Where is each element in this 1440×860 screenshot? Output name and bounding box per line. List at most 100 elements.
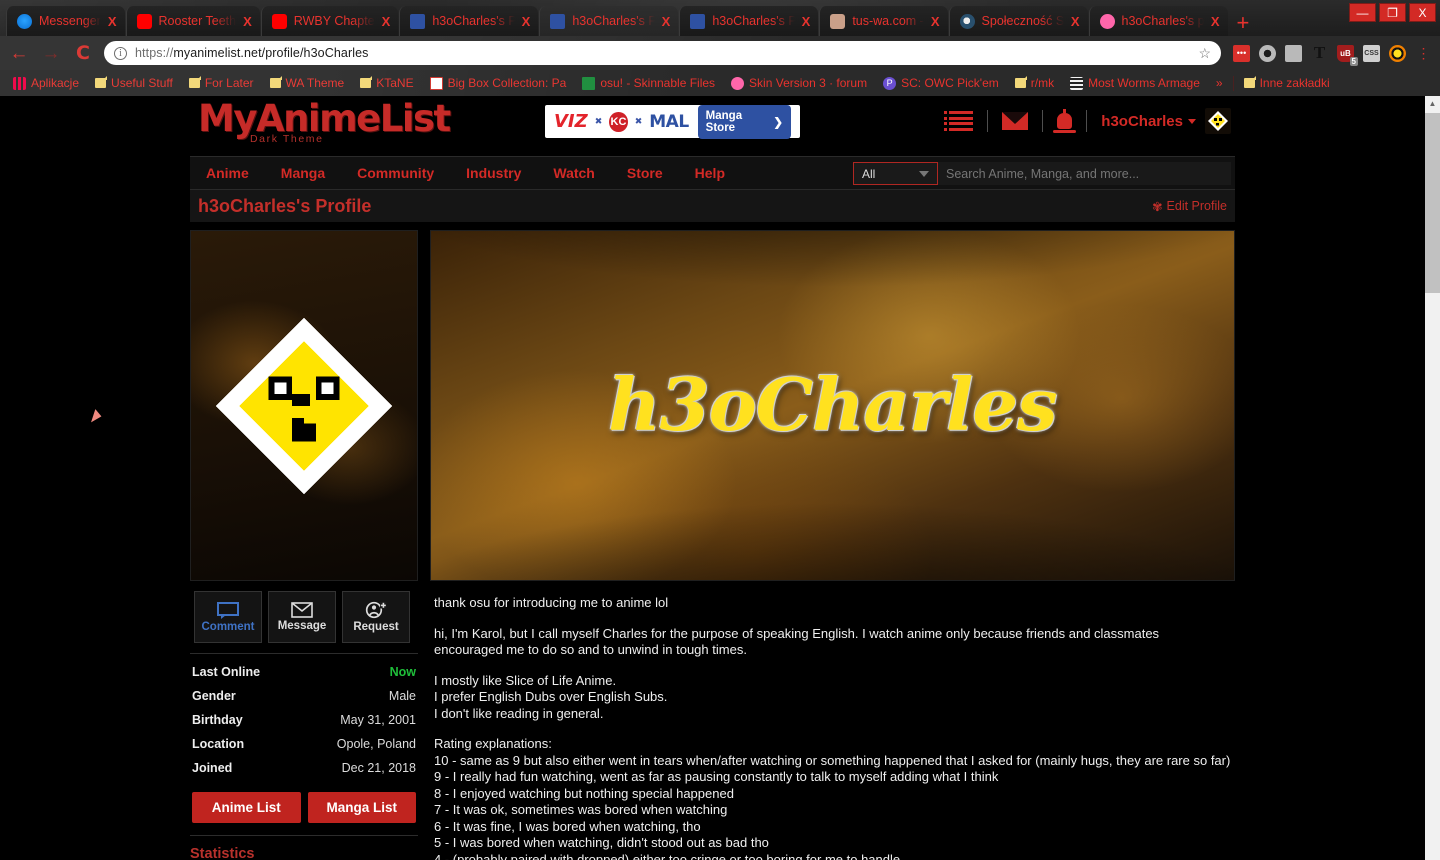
rating-line: 8 - I enjoyed watching but nothing speci… [434, 785, 734, 801]
ext-red-dots-icon[interactable]: ••• [1233, 44, 1250, 62]
reload-icon[interactable]: C [72, 43, 94, 63]
rating-line: 4 - (probably paired with dropped) eithe… [434, 851, 901, 860]
notifications-button[interactable] [1043, 108, 1086, 134]
bookmark-item[interactable]: WA Theme [264, 74, 351, 92]
anime-list-button[interactable]: Anime List [192, 792, 301, 823]
info-value: May 31, 2001 [340, 713, 416, 727]
tab-title: h3oCharles's P [572, 14, 655, 28]
ad-banner[interactable]: VIZ ✖ KC ✖ MAL Manga Store ❯ [545, 104, 800, 139]
comment-button[interactable]: Comment [194, 591, 262, 643]
url-path: myanimelist.net/profile/h3oCharles [173, 46, 369, 60]
tab-close-icon[interactable]: X [662, 14, 671, 29]
message-label: Message [277, 620, 327, 632]
bookmark-label: r/mk [1030, 76, 1055, 90]
add-friend-icon [365, 601, 387, 619]
other-bookmarks-label: Inne zakładki [1259, 76, 1330, 90]
nav-item-anime[interactable]: Anime [190, 165, 265, 181]
ext-orange-shield-icon[interactable] [1389, 44, 1406, 62]
myanimelist-page: MyAnimeList Dark Theme VIZ ✖ KC ✖ MAL Ma… [0, 96, 1425, 860]
browser-tab[interactable]: h3oCharles's p X [1088, 6, 1228, 36]
bookmark-item[interactable]: KTaNE [354, 74, 419, 92]
my-list-button[interactable] [935, 108, 987, 134]
bookmark-item[interactable]: osu! - Skinnable Files [576, 74, 721, 92]
browser-tab[interactable]: h3oCharles's P X [399, 6, 539, 36]
edit-profile-link[interactable]: ✾ Edit Profile [1152, 199, 1227, 214]
profile-main: h3oCharles thank osu for introducing me … [430, 230, 1235, 860]
messages-button[interactable] [988, 108, 1042, 134]
manga-store-button[interactable]: Manga Store ❯ [697, 104, 791, 139]
browser-tab[interactable]: Społeczność S X [948, 6, 1088, 36]
rating-line: 10 - same as 9 but also either went in t… [434, 752, 1231, 768]
ext-css-checker-icon[interactable]: CSS [1363, 44, 1380, 62]
bookmark-item[interactable]: Useful Stuff [89, 74, 179, 92]
info-value: Dec 21, 2018 [341, 761, 416, 775]
info-row-joined: Joined Dec 21, 2018 [190, 756, 418, 780]
scrollbar-thumb[interactable] [1425, 113, 1440, 293]
bookmark-item[interactable]: Skin Version 3 · forum [725, 74, 873, 92]
browser-tab[interactable]: Messenger X [6, 6, 125, 36]
tab-close-icon[interactable]: X [1071, 14, 1080, 29]
tab-close-icon[interactable]: X [802, 14, 811, 29]
nav-item-help[interactable]: Help [679, 165, 741, 181]
nav-item-community[interactable]: Community [341, 165, 450, 181]
nav-item-industry[interactable]: Industry [450, 165, 537, 181]
bookmark-item[interactable]: Most Worms Armage [1064, 74, 1206, 92]
bookmark-item[interactable]: Big Box Collection: Pa [424, 74, 573, 92]
tab-close-icon[interactable]: X [108, 14, 117, 29]
scroll-up-arrow-icon[interactable]: ▲ [1425, 96, 1440, 111]
back-icon[interactable]: ← [8, 44, 30, 63]
worms-icon [830, 13, 846, 29]
manga-list-button[interactable]: Manga List [307, 792, 416, 823]
browser-tab[interactable]: tus-wa.com - X [819, 6, 948, 36]
tab-close-icon[interactable]: X [931, 14, 940, 29]
nav-item-watch[interactable]: Watch [537, 165, 610, 181]
bookmark-star-icon[interactable]: ☆ [1198, 45, 1211, 62]
ext-dark-circle-icon[interactable] [1259, 44, 1276, 62]
search-category-select[interactable]: All [853, 162, 938, 185]
bookmark-item[interactable]: P SC: OWC Pick'em [877, 74, 1005, 92]
browser-tab-active[interactable]: h3oCharles's P X [539, 6, 679, 36]
restore-button[interactable]: ❐ [1379, 3, 1406, 22]
message-button[interactable]: Message [268, 591, 336, 643]
bookmark-label: Useful Stuff [111, 76, 173, 90]
tab-close-icon[interactable]: X [522, 14, 531, 29]
browser-menu-icon[interactable]: ⋮ [1415, 45, 1432, 62]
forward-icon[interactable]: → [40, 44, 62, 63]
tab-title: Rooster Teeth [158, 14, 237, 28]
ext-camera-icon[interactable] [1285, 44, 1302, 62]
friend-request-button[interactable]: Request [342, 591, 410, 643]
rating-line: 9 - I really had fun watching, went as f… [434, 769, 999, 784]
close-window-button[interactable]: X [1409, 3, 1436, 22]
browser-tab[interactable]: RWBY Chapte X [260, 6, 399, 36]
search-input[interactable] [938, 162, 1231, 185]
site-logo[interactable]: MyAnimeList Dark Theme [198, 100, 451, 146]
folder-icon [360, 76, 373, 88]
ext-ublock-icon[interactable]: uB 5 [1337, 44, 1358, 66]
tab-close-icon[interactable]: X [382, 14, 391, 29]
edit-profile-label: Edit Profile [1166, 199, 1227, 213]
nav-item-store[interactable]: Store [611, 165, 679, 181]
info-icon[interactable]: i [114, 46, 127, 60]
other-bookmarks-item[interactable]: Inne zakładki [1238, 74, 1336, 92]
chevron-right-icon: ❯ [773, 116, 783, 129]
browser-tab[interactable]: h3oCharles's P X [679, 6, 819, 36]
nav-item-manga[interactable]: Manga [265, 165, 341, 181]
tab-close-icon[interactable]: X [1211, 14, 1220, 29]
profile-avatar-image [215, 317, 393, 494]
bookmark-item[interactable]: For Later [183, 74, 260, 92]
bookmark-item[interactable]: r/mk [1009, 74, 1060, 92]
tab-title: Messenger [39, 14, 101, 28]
ext-text-t-icon[interactable]: T [1311, 43, 1328, 62]
tab-close-icon[interactable]: X [243, 14, 252, 29]
page-scrollbar[interactable]: ▲ [1425, 96, 1440, 860]
search-area: All [853, 160, 1231, 187]
minimize-button[interactable]: — [1349, 3, 1376, 22]
new-tab-button[interactable]: + [1237, 12, 1250, 34]
browser-tab[interactable]: Rooster Teeth X [125, 6, 260, 36]
extension-toolbar: ••• T uB 5 CSS ⋮ [1231, 43, 1432, 66]
avatar[interactable] [1205, 108, 1231, 134]
bookmark-item[interactable]: Aplikacje [7, 74, 85, 92]
user-menu[interactable]: h3oCharles [1087, 108, 1196, 134]
address-bar[interactable]: i https://myanimelist.net/profile/h3oCha… [104, 41, 1221, 65]
bookmarks-overflow-icon[interactable]: » [1210, 76, 1229, 90]
